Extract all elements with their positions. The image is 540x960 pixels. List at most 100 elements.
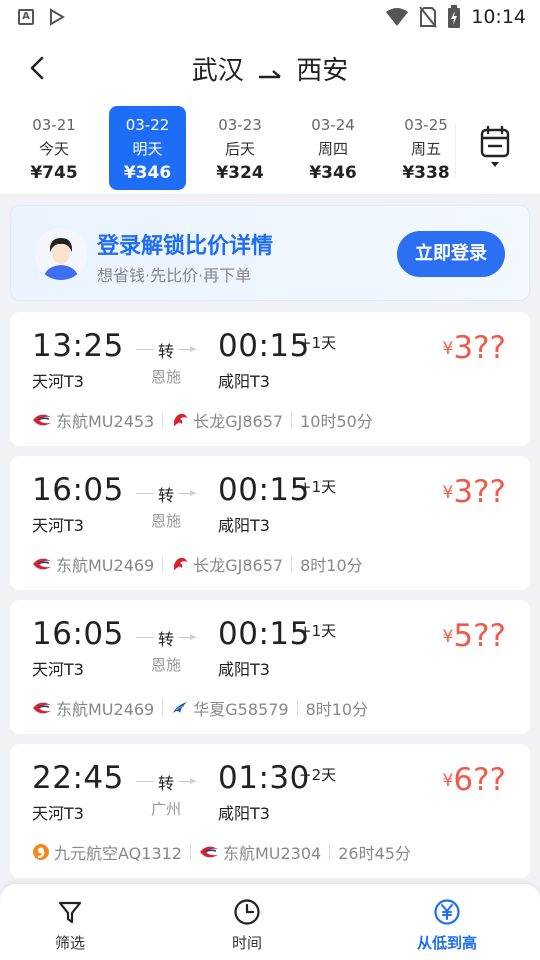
date-label: 03-24 [311,116,355,134]
nav-label: 从低到高 [416,934,477,952]
date-selector: 03-21 今天 ¥745 03-22 明天 ¥346 03-23 后天 ¥32… [0,98,540,194]
date-option[interactable]: 03-24 周四 ¥346 [290,106,376,190]
flight-card[interactable]: 22:45 天河T3 转 广州 01:30 +2天 咸阳T3 ¥6?? 九元航空… [10,744,530,878]
transfer-label: 转 [153,342,178,361]
price: ¥3?? [443,474,506,510]
filter-tab[interactable]: 筛选 [10,898,130,953]
weekday-label: 明天 [132,140,163,158]
flight-duration: 10时50分 [300,412,373,431]
9air-icon [33,844,49,860]
loong-air-icon [174,557,188,570]
banner-subtitle: 想省钱·先比价·再下单 [97,266,252,285]
arrival-airport: 咸阳T3 [218,516,270,535]
yen-circle-icon [434,899,460,925]
status-bar: A 10:14 [0,0,540,36]
departure-airport: 天河T3 [32,660,84,679]
transfer-label: 转 [153,774,178,793]
plus-days: +1天 [299,334,337,352]
transfer-city: 恩施 [150,368,181,386]
departure-airport: 天河T3 [32,804,84,823]
price-amount: 5?? [453,618,506,654]
route-arrow-icon [258,57,282,87]
price: ¥5?? [443,618,506,654]
plus-days: +1天 [299,622,337,640]
departure-time: 16:05 [32,472,124,508]
time-sort-tab[interactable]: 时间 [187,898,307,953]
login-banner: 登录解锁比价详情 想省钱·先比价·再下单 立即登录 [10,205,530,301]
arrival-time: 00:15 [218,616,310,652]
price-sort-tab[interactable]: 从低到高 [387,898,507,953]
arrival-time: 00:15 [218,328,310,364]
airline-info: 九元航空AQ1312 东航MU2304 26时45分 [32,840,411,864]
flight-duration: 8时10分 [300,556,363,575]
bottom-nav: 筛选 时间 从低到高 [0,884,540,960]
to-city: 西安 [296,56,349,86]
arrival-airport: 咸阳T3 [218,660,270,679]
price-amount: 3?? [453,330,506,366]
banner-title: 登录解锁比价详情 [97,234,274,259]
calendar-button[interactable] [455,124,516,178]
play-store-icon [50,8,65,26]
transfer-city: 广州 [150,800,181,818]
nav-label: 时间 [231,934,262,952]
filter-icon [58,901,82,924]
transfer-info: 转 恩施 [136,482,196,531]
date-option[interactable]: 03-21 今天 ¥745 [11,106,97,190]
date-price: ¥324 [216,163,264,183]
airline-name: 长龙GJ8657 [193,556,284,575]
airline-name: 长龙GJ8657 [193,412,284,431]
price: ¥3?? [443,330,506,366]
calendar-icon [480,125,510,167]
login-button[interactable]: 立即登录 [397,231,505,277]
china-express-icon [173,702,188,713]
departure-airport: 天河T3 [32,516,84,535]
font-app-icon: A [18,9,34,25]
departure-airport: 天河T3 [32,372,84,391]
date-option-selected[interactable]: 03-22 明天 ¥346 [109,106,186,190]
airline-info: 东航MU2469 长龙GJ8657 8时10分 [32,552,363,576]
transfer-info: 转 广州 [136,770,196,819]
china-eastern-icon [199,846,218,858]
no-sim-icon [419,6,438,28]
departure-time: 13:25 [32,328,124,364]
transfer-info: 转 恩施 [136,626,196,675]
transfer-city: 恩施 [150,512,181,530]
battery-charging-icon [448,5,461,28]
arrival-time: 00:15 [218,472,310,508]
airline-name: 九元航空AQ1312 [54,844,182,863]
china-eastern-icon [33,414,51,426]
weekday-label: 周四 [317,140,348,158]
airline-name: 东航MU2469 [56,556,155,575]
price-amount: 3?? [453,474,506,510]
flight-card[interactable]: 13:25 天河T3 转 恩施 00:15 +1天 咸阳T3 ¥3?? 东航MU… [10,312,530,446]
departure-time: 22:45 [32,760,124,796]
header: 武汉 西安 [0,36,540,98]
currency-symbol: ¥ [442,339,454,359]
flight-duration: 8时10分 [305,700,369,719]
weekday-label: 今天 [38,140,69,158]
price-amount: 6?? [453,762,506,798]
airline-info: 东航MU2469 华夏G58579 8时10分 [32,696,368,720]
arrival-airport: 咸阳T3 [218,804,270,823]
date-price: ¥346 [123,163,172,183]
china-eastern-icon [33,702,51,714]
avatar [35,228,87,280]
date-label: 03-22 [125,116,170,134]
nav-label: 筛选 [54,934,85,952]
currency-symbol: ¥ [442,771,454,791]
flight-card[interactable]: 16:05 天河T3 转 恩施 00:15 +1天 咸阳T3 ¥5?? 东航MU… [10,600,530,734]
airline-info: 东航MU2453 长龙GJ8657 10时50分 [32,408,373,432]
flight-card[interactable]: 16:05 天河T3 转 恩施 00:15 +1天 咸阳T3 ¥3?? 东航MU… [10,456,530,590]
clock-icon [234,899,260,925]
china-eastern-icon [33,558,51,570]
date-option[interactable]: 03-23 后天 ¥324 [197,106,283,190]
plus-days: +2天 [299,766,337,784]
airline-name: 东航MU2304 [222,844,322,863]
from-city: 武汉 [191,56,244,86]
transfer-label: 转 [153,486,178,505]
weekday-label: 后天 [224,140,255,158]
airline-name: 华夏G58579 [193,700,289,719]
status-time: 10:14 [471,6,526,28]
transfer-city: 恩施 [150,656,181,674]
arrival-airport: 咸阳T3 [218,372,270,391]
